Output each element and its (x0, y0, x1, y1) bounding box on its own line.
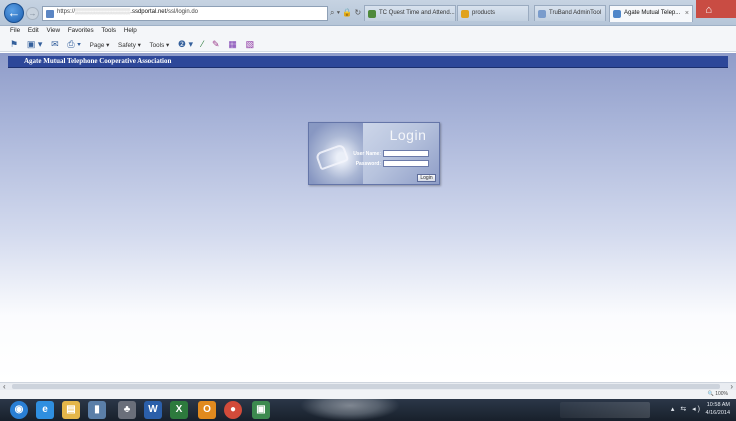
zoom-level[interactable]: 🔍 100% (708, 390, 728, 399)
tab-label: TC Quest Time and Attend... (379, 10, 455, 16)
address-bar[interactable]: https://▒▒▒▒▒▒▒▒▒▒▒▒▒.ssdportal.net/ssl/… (42, 6, 328, 21)
menu-help[interactable]: Help (124, 27, 137, 34)
tab-truband[interactable]: TruBand AdminTool (534, 5, 606, 21)
clock-time: 10:58 AM (706, 402, 730, 408)
password-label: Password: (355, 161, 381, 167)
menu-file[interactable]: File (10, 27, 20, 34)
tab-agate-mutual[interactable]: Agate Mutual Telep... × (609, 5, 693, 22)
search-icon[interactable]: ⌕ (330, 8, 334, 17)
forward-arrow-icon: → (28, 9, 37, 18)
browser-window: ← → https://▒▒▒▒▒▒▒▒▒▒▒▒▒.ssdportal.net/… (0, 0, 736, 421)
home-icon[interactable]: ⌂ (705, 4, 712, 16)
chrome-icon[interactable]: ● (224, 401, 242, 419)
notepad-icon[interactable]: ▮ (88, 401, 106, 419)
window-close-button[interactable] (696, 0, 736, 18)
tab-favicon-icon (538, 10, 546, 18)
menu-edit[interactable]: Edit (28, 27, 39, 34)
help-icon[interactable]: ❷ ▾ (178, 36, 193, 52)
start-icon[interactable]: ◉ (10, 401, 28, 419)
menu-tools[interactable]: Tools (101, 27, 116, 34)
word-icon[interactable]: W (144, 401, 162, 419)
wallpaper-peek (300, 399, 400, 421)
title-bar: ← → https://▒▒▒▒▒▒▒▒▒▒▒▒▒.ssdportal.net/… (0, 0, 736, 26)
tab-products[interactable]: products (457, 5, 529, 21)
address-controls: ⌕ ▾ 🔒 ↻ (330, 8, 362, 17)
tools-menu[interactable]: Tools ▾ (150, 38, 170, 54)
site-header: Agate Mutual Telephone Cooperative Assoc… (8, 56, 728, 68)
url-path: /ssl/login.do (166, 9, 198, 15)
lock-icon[interactable]: 🔒 (342, 8, 352, 17)
addon-icon[interactable]: ⁄ (202, 36, 204, 52)
username-input[interactable] (383, 150, 429, 157)
menu-view[interactable]: View (47, 27, 61, 34)
tab-favicon-icon (613, 10, 621, 18)
feeds-icon[interactable]: ▣ ▾ (27, 36, 43, 52)
tab-tc-quest[interactable]: TC Quest Time and Attend... (364, 5, 456, 21)
outlook-icon[interactable]: O (198, 401, 216, 419)
login-panel: Login User Name: Password: Login (308, 122, 440, 185)
safety-menu[interactable]: Safety ▾ (118, 38, 141, 54)
page-menu[interactable]: Page ▾ (90, 38, 110, 54)
close-tab-icon[interactable]: × (685, 6, 689, 21)
back-arrow-icon: ← (7, 5, 21, 20)
tab-favicon-icon (461, 10, 469, 18)
taskbar: ◉ e ▤ ▮ ♣ W X O ● ▣ ▴ ⇆ ◂) 10:58 AM 4/16… (0, 399, 736, 421)
scroll-thumb[interactable] (12, 384, 720, 389)
taskbar-toolbar (560, 402, 650, 418)
print-icon[interactable]: ⎙ ▾ (67, 36, 80, 52)
back-button[interactable]: ← (4, 3, 24, 23)
tab-favicon-icon (368, 10, 376, 18)
login-button[interactable]: Login (417, 174, 436, 182)
excel-icon[interactable]: X (170, 401, 188, 419)
favorites-bar-icon[interactable]: ⚑ (10, 36, 18, 52)
lync-icon[interactable]: ▧ (246, 36, 255, 52)
zoom-value: 100% (715, 391, 728, 397)
clock-date: 4/16/2014 (705, 410, 730, 416)
remote-app-icon[interactable]: ▣ (252, 401, 270, 419)
url-host: .ssdportal.net (130, 9, 167, 15)
horizontal-scrollbar[interactable]: ‹ › (0, 382, 736, 391)
login-title: Login (389, 127, 427, 143)
internet-explorer-icon[interactable]: e (36, 401, 54, 419)
menu-bar: File Edit View Favorites Tools Help (0, 26, 736, 36)
refresh-icon[interactable]: ↻ (355, 8, 362, 17)
password-input[interactable] (383, 160, 429, 167)
url-redacted: ▒▒▒▒▒▒▒▒▒▒▒▒▒ (75, 9, 131, 15)
onenote-icon[interactable]: ✎ (212, 36, 220, 52)
system-tray-icons[interactable]: ▴ ⇆ ◂) (671, 405, 702, 413)
file-explorer-icon[interactable]: ▤ (62, 401, 80, 419)
forward-button[interactable]: → (26, 7, 39, 20)
tab-label: TruBand AdminTool (549, 10, 602, 16)
people-icon[interactable]: ♣ (118, 401, 136, 419)
mail-icon[interactable]: ✉ (51, 36, 59, 52)
url-prefix: https:// (57, 9, 76, 15)
onenote-send-icon[interactable]: ▦ (228, 36, 237, 52)
command-bar: ⚑ ▣ ▾ ✉ ⎙ ▾ Page ▾ Safety ▾ Tools ▾ ❷ ▾ … (0, 36, 736, 52)
status-bar: 🔍 100% (0, 390, 736, 399)
username-label: User Name: (353, 151, 381, 157)
clock[interactable]: 10:58 AM 4/16/2014 (706, 401, 730, 417)
menu-favorites[interactable]: Favorites (68, 27, 94, 34)
url-text: https://▒▒▒▒▒▒▒▒▒▒▒▒▒.ssdportal.net/ssl/… (57, 9, 198, 15)
tab-label: Agate Mutual Telep... (624, 10, 681, 16)
site-favicon-icon (46, 10, 54, 18)
tab-label: products (472, 10, 496, 16)
organization-name: Agate Mutual Telephone Cooperative Assoc… (24, 57, 172, 65)
page-content: Agate Mutual Telephone Cooperative Assoc… (0, 53, 736, 382)
